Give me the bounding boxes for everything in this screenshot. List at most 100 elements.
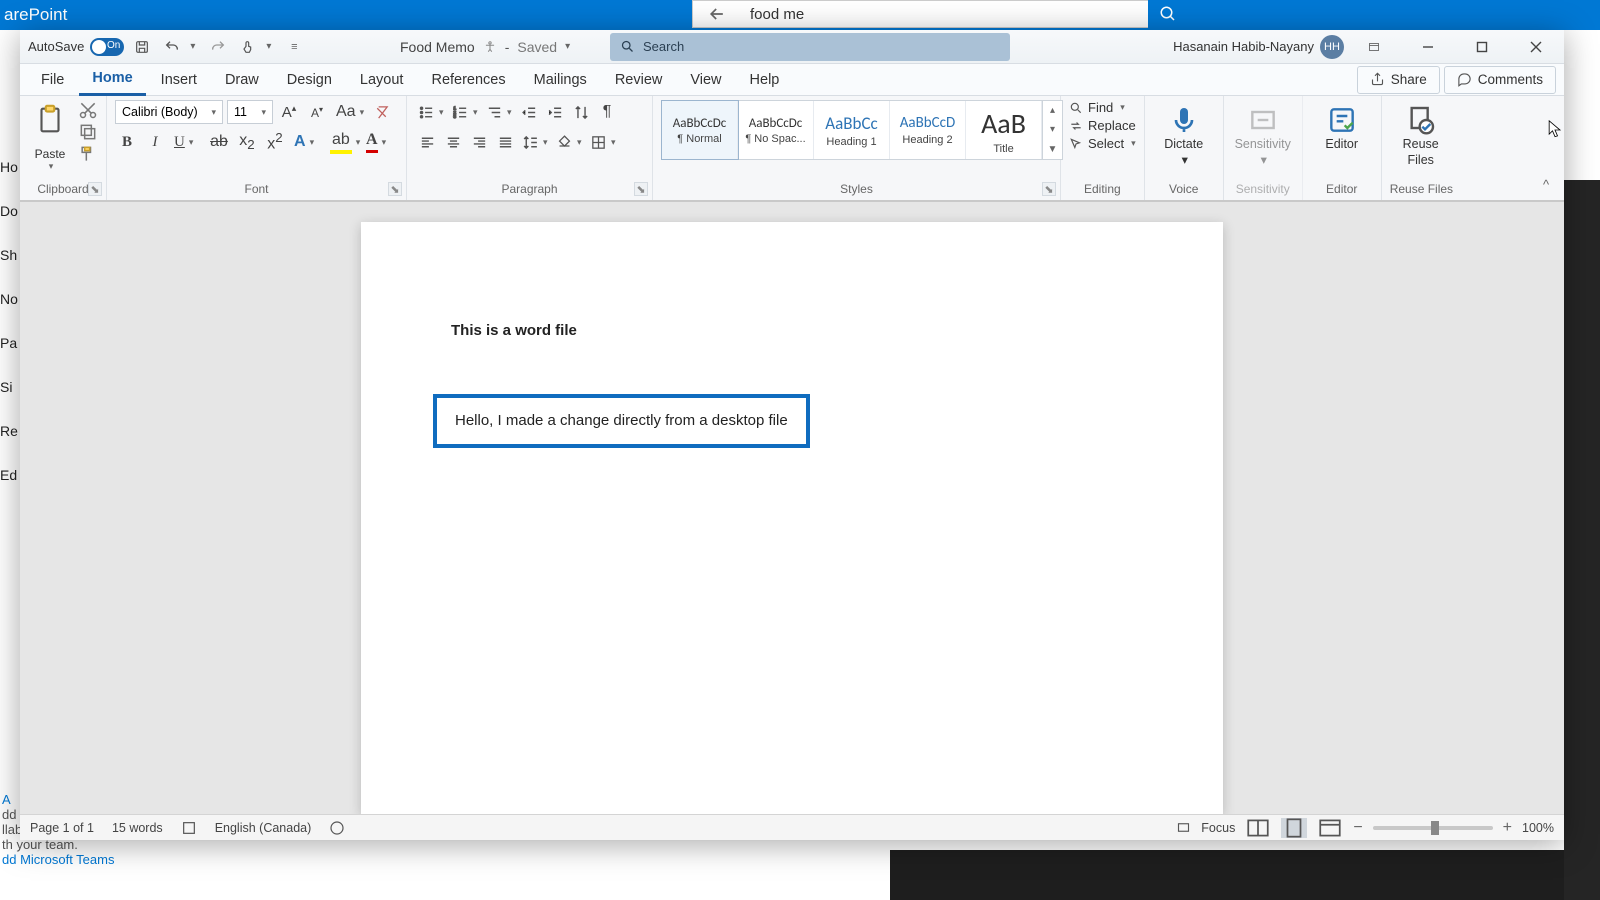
tab-review[interactable]: Review (602, 64, 676, 96)
language-indicator[interactable]: English (Canada) (215, 821, 312, 835)
cut-icon[interactable] (78, 100, 98, 120)
paste-icon[interactable] (33, 100, 67, 140)
underline-button[interactable]: U▾ (171, 130, 203, 154)
read-mode[interactable] (1245, 818, 1271, 838)
title-search-box[interactable]: Search (610, 33, 1010, 61)
save-button[interactable] (130, 35, 154, 59)
sort-button[interactable] (569, 100, 593, 124)
copy-icon[interactable] (78, 122, 98, 142)
decrease-indent[interactable] (517, 100, 541, 124)
shading-button[interactable]: ▾ (553, 130, 585, 154)
increase-indent[interactable] (543, 100, 567, 124)
styles-expand[interactable]: ▼ (1043, 140, 1062, 159)
borders-button[interactable]: ▾ (587, 130, 619, 154)
document-area[interactable]: This is a word file Hello, I made a chan… (20, 202, 1564, 814)
minimize-button[interactable] (1404, 30, 1452, 64)
paragraph-launcher[interactable]: ⬊ (634, 182, 648, 196)
style-title[interactable]: AaBTitle (966, 101, 1042, 159)
document-line-2[interactable]: Hello, I made a change directly from a d… (455, 412, 788, 429)
align-center[interactable] (441, 130, 465, 154)
tab-references[interactable]: References (418, 64, 518, 96)
print-layout[interactable] (1281, 818, 1307, 838)
styles-launcher[interactable]: ⬊ (1042, 182, 1056, 196)
style-normal[interactable]: AaBbCcDc¶ Normal (662, 101, 738, 159)
font-color-button[interactable]: A▾ (363, 130, 395, 154)
status-caret[interactable]: ▾ (565, 41, 575, 52)
clear-formatting[interactable] (369, 100, 393, 124)
superscript-button[interactable]: x2 (263, 130, 287, 154)
align-justify[interactable] (493, 130, 517, 154)
shrink-font[interactable]: A▾ (305, 100, 329, 124)
sharepoint-search-back[interactable] (692, 0, 740, 28)
zoom-out[interactable]: − (1353, 819, 1362, 837)
maximize-button[interactable] (1458, 30, 1506, 64)
page-indicator[interactable]: Page 1 of 1 (30, 821, 94, 835)
subscript-button[interactable]: x2 (235, 130, 259, 154)
tab-draw[interactable]: Draw (212, 64, 272, 96)
select-button[interactable]: Select▾ (1069, 136, 1136, 151)
bullets-button[interactable]: ▾ (415, 100, 447, 124)
style-heading-1[interactable]: AaBbCcHeading 1 (814, 101, 890, 159)
share-button[interactable]: Share (1357, 66, 1440, 94)
spell-check-icon[interactable] (181, 820, 197, 836)
font-name-select[interactable]: Calibri (Body)▾ (115, 100, 223, 124)
tab-design[interactable]: Design (274, 64, 345, 96)
paste-caret[interactable]: ▾ (30, 161, 72, 172)
collapse-ribbon-button[interactable]: ^ (1536, 174, 1556, 194)
multilevel-button[interactable]: ▾ (483, 100, 515, 124)
touch-caret[interactable]: ▾ (266, 41, 276, 52)
zoom-slider[interactable] (1373, 826, 1493, 830)
undo-button[interactable] (160, 35, 184, 59)
focus-label[interactable]: Focus (1201, 821, 1235, 835)
styles-scroll-down[interactable]: ▾ (1043, 120, 1062, 139)
web-layout[interactable] (1317, 818, 1343, 838)
replace-button[interactable]: Replace (1069, 118, 1136, 133)
style-heading-2[interactable]: AaBbCcDHeading 2 (890, 101, 966, 159)
style-no-spacing[interactable]: AaBbCcDc¶ No Spac... (738, 101, 814, 159)
user-avatar[interactable]: HH (1320, 35, 1344, 59)
zoom-in[interactable]: + (1503, 819, 1512, 837)
word-count[interactable]: 15 words (112, 821, 163, 835)
change-case[interactable]: Aa▾ (333, 100, 365, 124)
grow-font[interactable]: A▴ (277, 100, 301, 124)
page[interactable]: This is a word file Hello, I made a chan… (361, 222, 1223, 814)
dictate-button[interactable]: Dictate ▾ (1153, 100, 1215, 168)
strikethrough-button[interactable]: ab (207, 130, 231, 154)
sharepoint-search-input[interactable] (740, 0, 1148, 28)
sharepoint-search-button[interactable] (1148, 0, 1188, 28)
tab-mailings[interactable]: Mailings (521, 64, 600, 96)
bold-button[interactable]: B (115, 130, 139, 154)
line-spacing[interactable]: ▾ (519, 130, 551, 154)
redo-button[interactable] (206, 35, 230, 59)
editor-button[interactable]: Editor (1311, 100, 1373, 152)
comments-button[interactable]: Comments (1444, 66, 1556, 94)
show-marks-button[interactable]: ¶ (595, 100, 619, 124)
close-button[interactable] (1512, 30, 1560, 64)
tab-help[interactable]: Help (737, 64, 793, 96)
find-button[interactable]: Find▾ (1069, 100, 1136, 115)
tab-home[interactable]: Home (79, 64, 145, 96)
zoom-thumb[interactable] (1431, 821, 1439, 835)
font-size-select[interactable]: 11▾ (227, 100, 273, 124)
touch-mode-button[interactable] (236, 35, 260, 59)
clipboard-launcher[interactable]: ⬊ (88, 182, 102, 196)
font-launcher[interactable]: ⬊ (388, 182, 402, 196)
align-right[interactable] (467, 130, 491, 154)
reuse-files-button[interactable]: Reuse Files (1390, 100, 1452, 168)
tab-insert[interactable]: Insert (148, 64, 210, 96)
tab-file[interactable]: File (28, 64, 77, 96)
styles-gallery[interactable]: AaBbCcDc¶ Normal AaBbCcDc¶ No Spac... Aa… (661, 100, 1063, 160)
italic-button[interactable]: I (143, 130, 167, 154)
undo-caret[interactable]: ▾ (190, 41, 200, 52)
numbering-button[interactable]: 123▾ (449, 100, 481, 124)
styles-scroll-up[interactable]: ▴ (1043, 101, 1062, 120)
document-line-1[interactable]: This is a word file (451, 322, 1133, 339)
tab-view[interactable]: View (677, 64, 734, 96)
qat-customize[interactable]: ≡ (282, 35, 306, 59)
zoom-level[interactable]: 100% (1522, 821, 1554, 835)
ribbon-display-button[interactable] (1350, 30, 1398, 64)
paste-label[interactable]: Paste (28, 147, 72, 161)
highlight-button[interactable]: ab▾ (327, 130, 359, 154)
autosave-toggle[interactable]: On (90, 38, 124, 56)
format-painter-icon[interactable] (78, 144, 98, 164)
